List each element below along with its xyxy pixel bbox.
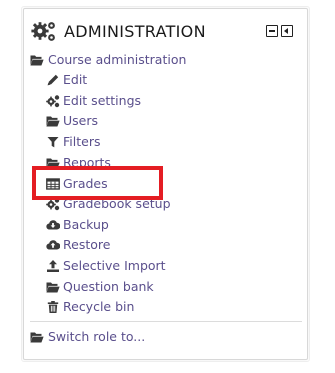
menu-item-label: Restore <box>63 237 111 252</box>
block-header: ADMINISTRATION <box>30 19 302 45</box>
switch-role-label: Switch role to... <box>48 329 146 344</box>
menu-item-label: Backup <box>63 217 109 232</box>
menu-item-label: Recycle bin <box>63 299 135 314</box>
upload-icon <box>47 260 59 272</box>
menu-item-label: Edit settings <box>63 93 142 108</box>
folder-open-icon <box>30 332 44 343</box>
collapse-icon[interactable] <box>266 25 278 37</box>
gears-icon <box>46 95 60 108</box>
cloud-upload-icon <box>46 240 60 250</box>
folder-open-icon <box>30 55 44 66</box>
gears-icon <box>31 22 55 41</box>
filter-icon <box>47 137 59 148</box>
dock-icon[interactable] <box>281 25 293 37</box>
menu-item-label: Selective Import <box>63 258 166 273</box>
menu-item-label: Question bank <box>63 279 154 294</box>
grades-highlight-box <box>32 166 163 200</box>
menu-item-label: Users <box>63 113 99 128</box>
menu-item-label: Filters <box>63 134 101 149</box>
folder-open-icon <box>46 282 60 293</box>
folder-open-icon <box>46 116 60 127</box>
divider <box>30 321 302 322</box>
pencil-icon <box>47 74 59 86</box>
course-administration-label: Course administration <box>48 52 187 67</box>
block-title: ADMINISTRATION <box>64 22 206 41</box>
trash-icon <box>47 301 59 313</box>
cloud-download-icon <box>46 220 60 230</box>
menu-item-label: Edit <box>63 72 88 87</box>
